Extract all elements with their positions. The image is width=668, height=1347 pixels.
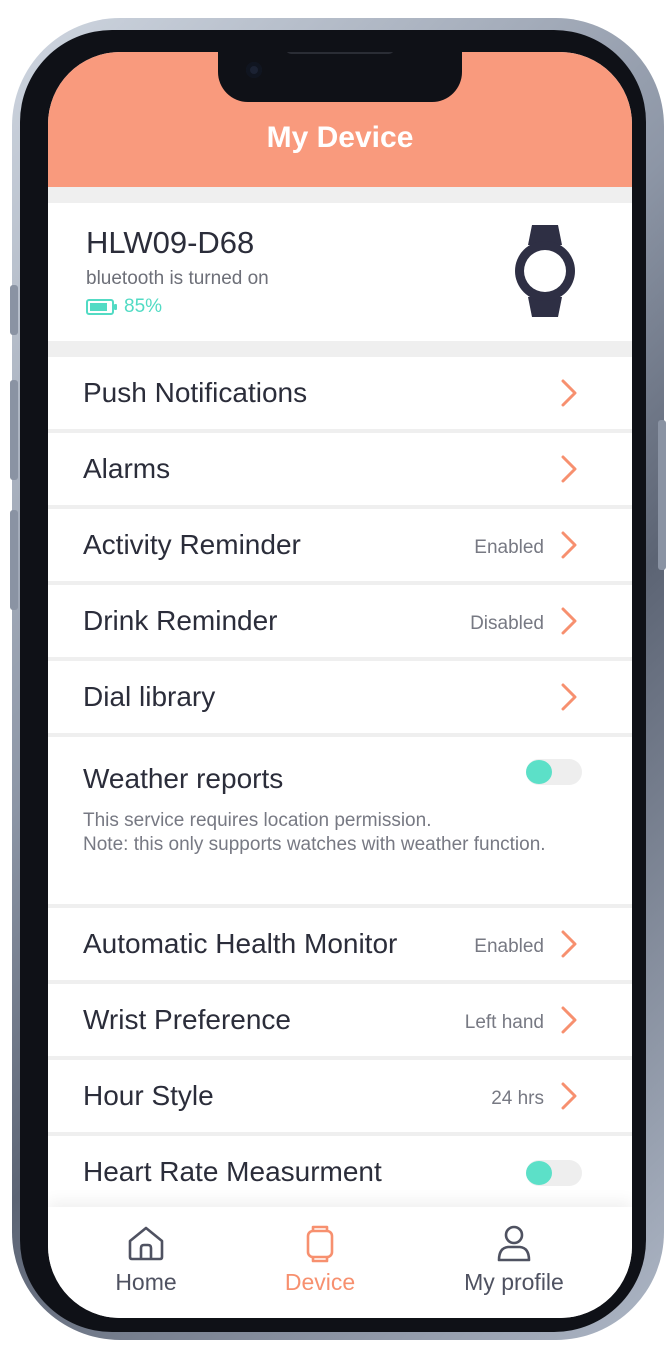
- setting-drink-reminder[interactable]: Drink Reminder Disabled: [48, 585, 632, 657]
- watch-outline-icon: [306, 1225, 334, 1263]
- volume-up-button: [10, 380, 18, 480]
- setting-value: Enabled: [474, 537, 544, 558]
- camera-icon: [246, 62, 262, 78]
- setting-activity-reminder[interactable]: Activity Reminder Enabled: [48, 509, 632, 581]
- smartwatch-icon: [515, 225, 575, 317]
- chevron-right-icon: [561, 379, 577, 407]
- setting-wrist-preference[interactable]: Wrist Preference Left hand: [48, 984, 632, 1056]
- setting-label: Wrist Preference: [83, 1004, 291, 1035]
- screen: My Device HLW09-D68 bluetooth is turned …: [48, 52, 632, 1318]
- setting-label: Hour Style: [83, 1080, 214, 1111]
- page-title: My Device: [266, 121, 414, 154]
- weather-toggle[interactable]: [526, 759, 582, 785]
- speaker: [286, 52, 394, 54]
- setting-label: Dial library: [83, 681, 216, 712]
- heart-rate-toggle[interactable]: [526, 1160, 582, 1186]
- setting-weather-reports: Weather reports This service requires lo…: [48, 737, 632, 904]
- setting-push-notifications[interactable]: Push Notifications: [48, 357, 632, 429]
- tab-my-profile[interactable]: My profile: [434, 1223, 594, 1296]
- power-button: [658, 420, 666, 570]
- battery-percent: 85%: [124, 296, 163, 317]
- setting-value: Disabled: [470, 613, 544, 634]
- setting-label: Drink Reminder: [83, 605, 278, 636]
- tab-label: Home: [115, 1269, 177, 1295]
- chevron-right-icon: [561, 531, 577, 559]
- setting-value: Left hand: [464, 1012, 544, 1033]
- weather-description: This service requires location permissio…: [83, 809, 553, 857]
- setting-hour-style[interactable]: Hour Style 24 hrs: [48, 1060, 632, 1132]
- battery-icon: [86, 299, 117, 315]
- setting-alarms[interactable]: Alarms: [48, 433, 632, 505]
- weather-description-line: Note: this only supports watches with we…: [83, 834, 546, 855]
- tab-label: My profile: [464, 1269, 564, 1295]
- user-icon: [497, 1225, 531, 1262]
- bottom-tab-bar: Home Device My profile: [48, 1207, 632, 1318]
- chevron-right-icon: [561, 1082, 577, 1110]
- setting-heart-rate-measurement: Heart Rate Measurment: [48, 1136, 632, 1208]
- chevron-right-icon: [561, 455, 577, 483]
- chevron-right-icon: [561, 683, 577, 711]
- volume-down-button: [10, 510, 18, 610]
- settings-list: Push Notifications Alarms Activity Remin…: [48, 357, 632, 1212]
- toggle-knob: [526, 760, 552, 784]
- bluetooth-status: bluetooth is turned on: [86, 268, 269, 289]
- toggle-knob: [526, 1161, 552, 1185]
- chevron-right-icon: [561, 607, 577, 635]
- silent-switch: [10, 285, 18, 335]
- device-card[interactable]: HLW09-D68 bluetooth is turned on 85%: [48, 203, 632, 341]
- setting-label: Heart Rate Measurment: [83, 1156, 382, 1187]
- notch: [218, 52, 462, 102]
- setting-label: Alarms: [83, 453, 171, 484]
- setting-label: Weather reports: [83, 763, 284, 794]
- weather-description-line: This service requires location permissio…: [83, 810, 432, 831]
- chevron-right-icon: [561, 930, 577, 958]
- setting-label: Automatic Health Monitor: [83, 928, 398, 959]
- device-name: HLW09-D68: [86, 225, 255, 260]
- tab-label: Device: [284, 1269, 356, 1295]
- setting-automatic-health-monitor[interactable]: Automatic Health Monitor Enabled: [48, 908, 632, 980]
- setting-value: Enabled: [474, 936, 544, 957]
- chevron-right-icon: [561, 1006, 577, 1034]
- tab-home[interactable]: Home: [66, 1223, 226, 1296]
- setting-value: 24 hrs: [491, 1088, 544, 1109]
- setting-dial-library[interactable]: Dial library: [48, 661, 632, 733]
- home-icon: [128, 1226, 164, 1261]
- tab-device[interactable]: Device: [240, 1223, 400, 1296]
- battery-status: 85%: [86, 296, 162, 318]
- setting-label: Push Notifications: [83, 377, 308, 408]
- setting-label: Activity Reminder: [83, 529, 301, 560]
